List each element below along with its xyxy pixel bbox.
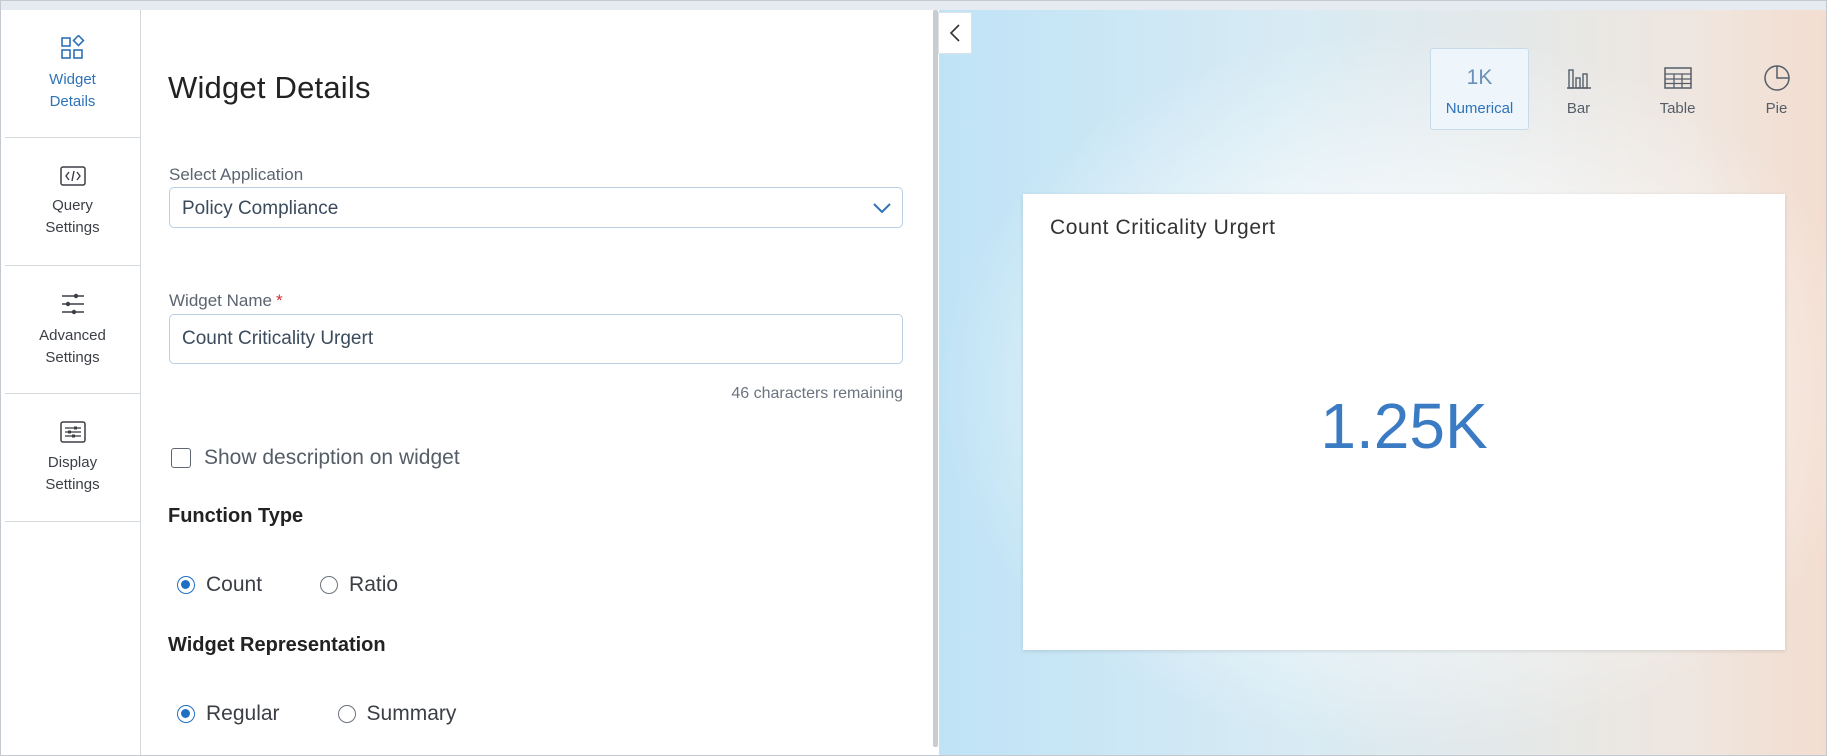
radio-count-button[interactable] <box>177 576 195 594</box>
radio-count-label: Count <box>206 573 263 596</box>
radio-summary-label: Summary <box>366 702 457 725</box>
widget-details-form: Widget Details Select Application Policy… <box>141 10 936 755</box>
nav-label-line2: Details <box>49 92 96 110</box>
tab-table[interactable]: Table <box>1628 48 1727 130</box>
panel-splitter[interactable] <box>933 10 938 747</box>
widget-preview-card: Count Criticality Urgert 1.25K <box>1023 194 1785 650</box>
application-select-value: Policy Compliance <box>182 198 339 219</box>
radio-regular-label: Regular <box>206 702 280 725</box>
code-icon <box>59 165 86 186</box>
chevron-down-icon <box>873 203 891 214</box>
function-type-heading: Function Type <box>168 505 304 527</box>
radio-ratio-label: Ratio <box>349 573 399 596</box>
function-type-radio-group: Count Ratio <box>177 573 456 597</box>
widget-details-icon <box>60 34 85 59</box>
pie-chart-icon <box>1763 64 1790 91</box>
tab-pie[interactable]: Pie <box>1727 48 1826 130</box>
widget-name-input[interactable] <box>169 314 903 364</box>
tab-table-label: Table <box>1659 99 1696 117</box>
visualization-tabs: 1K Numerical Bar Table Pie <box>1430 48 1826 130</box>
show-description-checkbox[interactable] <box>171 448 191 468</box>
nav-item-query-settings[interactable]: Query Settings <box>5 138 140 266</box>
widget-name-label: Widget Name * <box>169 291 283 311</box>
tab-numerical[interactable]: 1K Numerical <box>1430 48 1529 130</box>
application-select[interactable]: Policy Compliance <box>169 187 903 228</box>
show-description-row[interactable]: Show description on widget <box>171 446 460 470</box>
tab-pie-label: Pie <box>1765 99 1788 117</box>
show-description-label: Show description on widget <box>204 446 460 469</box>
required-asterisk: * <box>275 291 283 310</box>
nav-item-advanced-settings[interactable]: Advanced Settings <box>5 266 140 394</box>
radio-regular-button[interactable] <box>177 705 195 723</box>
nav-label-line2: Settings <box>45 218 100 236</box>
nav-item-widget-details[interactable]: Widget Details <box>5 10 140 138</box>
widget-preview-value: 1.25K <box>1320 390 1488 462</box>
nav-label-line2: Settings <box>45 475 100 493</box>
nav-item-display-settings[interactable]: Display Settings <box>5 394 140 522</box>
preview-panel: 1K Numerical Bar Table Pie Count Critica… <box>939 10 1826 755</box>
nav-label-line1: Widget <box>49 70 96 88</box>
nav-label-line1: Query <box>52 196 93 214</box>
table-icon <box>1663 66 1692 89</box>
bar-chart-icon <box>1566 68 1591 89</box>
collapse-panel-button[interactable] <box>938 12 972 54</box>
nav-label-line2: Settings <box>45 348 100 366</box>
display-settings-icon <box>59 420 86 443</box>
page-title: Widget Details <box>168 70 371 105</box>
chevron-left-icon <box>949 24 960 42</box>
tab-bar[interactable]: Bar <box>1529 48 1628 130</box>
numerical-icon: 1K <box>1466 65 1493 89</box>
settings-nav: Widget Details Query Settings Advanced S… <box>5 10 141 755</box>
widget-preview-title: Count Criticality Urgert <box>1050 216 1276 239</box>
representation-radio-group: Regular Summary <box>177 702 514 726</box>
sliders-icon <box>61 293 84 314</box>
nav-label-line1: Display <box>47 453 98 471</box>
radio-regular[interactable]: Regular <box>177 702 280 726</box>
tab-numerical-label: Numerical <box>1445 99 1514 117</box>
top-strip <box>1 1 1826 10</box>
select-application-label: Select Application <box>169 165 304 184</box>
radio-count[interactable]: Count <box>177 573 262 597</box>
radio-summary[interactable]: Summary <box>337 702 457 726</box>
radio-summary-button[interactable] <box>337 705 356 723</box>
radio-ratio[interactable]: Ratio <box>320 573 398 597</box>
widget-representation-heading: Widget Representation <box>168 634 386 656</box>
tab-bar-label: Bar <box>1566 99 1591 117</box>
widget-name-label-text: Widget Name <box>169 291 272 310</box>
radio-ratio-button[interactable] <box>320 576 339 594</box>
window: Widget Details Query Settings Advanced S… <box>0 0 1827 756</box>
characters-remaining: 46 characters remaining <box>731 385 903 402</box>
nav-label-line1: Advanced <box>39 326 106 344</box>
